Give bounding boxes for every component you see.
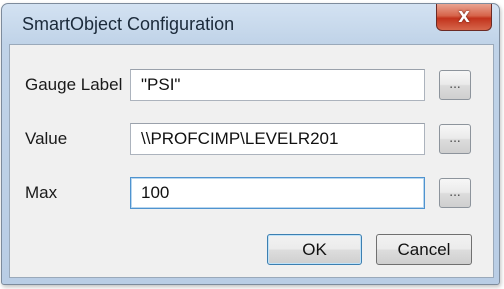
- max-label: Max: [25, 183, 58, 202]
- value-label: Value: [25, 129, 68, 148]
- value-browse-button[interactable]: ...: [439, 124, 471, 154]
- max-input[interactable]: [130, 177, 425, 209]
- ok-button[interactable]: OK: [267, 234, 362, 265]
- gauge-label-input[interactable]: [130, 69, 425, 101]
- max-browse-button[interactable]: ...: [439, 178, 471, 208]
- dialog-client-area: Gauge Label ... Value ... Max ... OK Can…: [9, 44, 494, 278]
- window-title: SmartObject Configuration: [22, 14, 235, 34]
- gauge-label-browse-button[interactable]: ...: [439, 70, 471, 100]
- cancel-button[interactable]: Cancel: [376, 234, 472, 265]
- gauge-label-label: Gauge Label: [25, 75, 123, 94]
- dialog-window: SmartObject Configuration X Gauge Label …: [1, 3, 500, 285]
- close-icon: X: [458, 8, 470, 26]
- close-button[interactable]: X: [436, 4, 492, 31]
- value-input[interactable]: [130, 123, 425, 155]
